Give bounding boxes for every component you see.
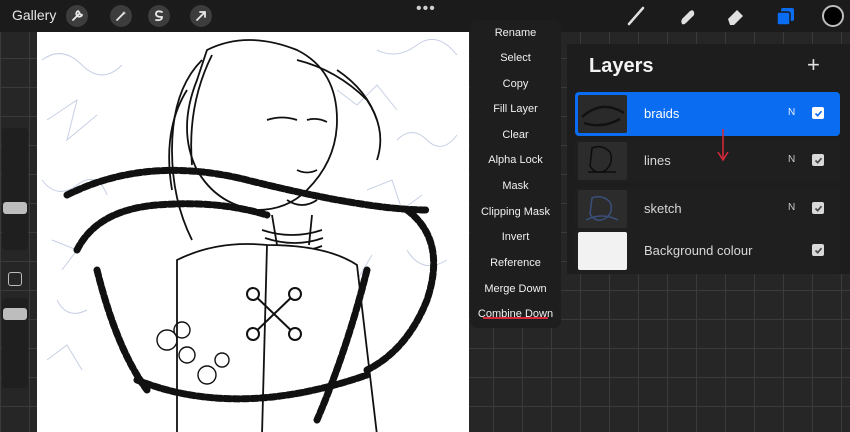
visibility-checkbox[interactable] [812,202,824,214]
brush-icon[interactable] [624,4,648,28]
layer-row-braids[interactable]: braids N [575,92,840,136]
menu-item-merge-down[interactable]: Merge Down [470,277,561,302]
visibility-checkbox[interactable] [812,154,824,166]
layer-options-menu: Rename Select Copy Fill Layer Clear Alph… [470,20,561,328]
eraser-icon[interactable] [724,4,748,28]
blend-mode[interactable]: N [788,154,795,165]
layers-icon[interactable] [773,4,797,28]
menu-item-fill-layer[interactable]: Fill Layer [470,97,561,122]
layer-thumbnail [578,232,627,270]
layer-thumbnail [578,142,627,180]
brush-size-slider[interactable] [2,128,28,250]
blend-mode[interactable]: N [788,107,795,118]
menu-item-invert[interactable]: Invert [470,225,561,250]
layer-name: lines [644,153,671,168]
color-swatch-button[interactable] [822,5,844,27]
opacity-handle[interactable] [3,308,27,320]
layers-title: Layers [589,55,654,77]
layer-name: sketch [644,201,682,216]
more-options-icon[interactable]: ••• [416,0,436,18]
layer-thumbnail [578,95,627,133]
gallery-button[interactable]: Gallery [12,7,56,23]
layers-panel: Layers + braids N lines N sketch N Backg… [567,44,850,274]
smudge-icon[interactable] [676,4,700,28]
transform-arrow-icon[interactable] [190,5,212,27]
annotation-arrow-icon [717,129,729,162]
menu-item-clipping-mask[interactable]: Clipping Mask [470,200,561,225]
layer-row-sketch[interactable]: sketch N [575,187,840,231]
selection-icon[interactable] [148,5,170,27]
layer-row-background-colour[interactable]: Background colour [575,229,840,273]
menu-item-select[interactable]: Select [470,46,561,71]
layer-row-lines[interactable]: lines N [575,139,840,183]
left-sidebar [0,128,30,388]
artwork-illustration [41,38,458,432]
menu-item-mask[interactable]: Mask [470,174,561,199]
wrench-icon[interactable] [66,5,88,27]
layer-thumbnail [578,190,627,228]
add-layer-button[interactable]: + [807,52,820,78]
visibility-checkbox[interactable] [812,107,824,119]
layer-name: braids [644,106,680,121]
magic-wand-icon[interactable] [110,5,132,27]
brush-size-handle[interactable] [3,202,27,214]
visibility-checkbox[interactable] [812,244,824,256]
drawing-canvas[interactable] [37,30,469,432]
top-toolbar: Gallery ••• [0,0,850,32]
menu-item-combine-down[interactable]: Combine Down [470,302,561,327]
layer-name: Background colour [644,243,753,258]
menu-item-alpha-lock[interactable]: Alpha Lock [470,148,561,173]
blend-mode[interactable]: N [788,202,795,213]
menu-item-clear[interactable]: Clear [470,123,561,148]
menu-item-copy[interactable]: Copy [470,72,561,97]
menu-item-reference[interactable]: Reference [470,251,561,276]
modify-square-icon[interactable] [8,272,22,286]
menu-item-rename[interactable]: Rename [470,21,561,46]
